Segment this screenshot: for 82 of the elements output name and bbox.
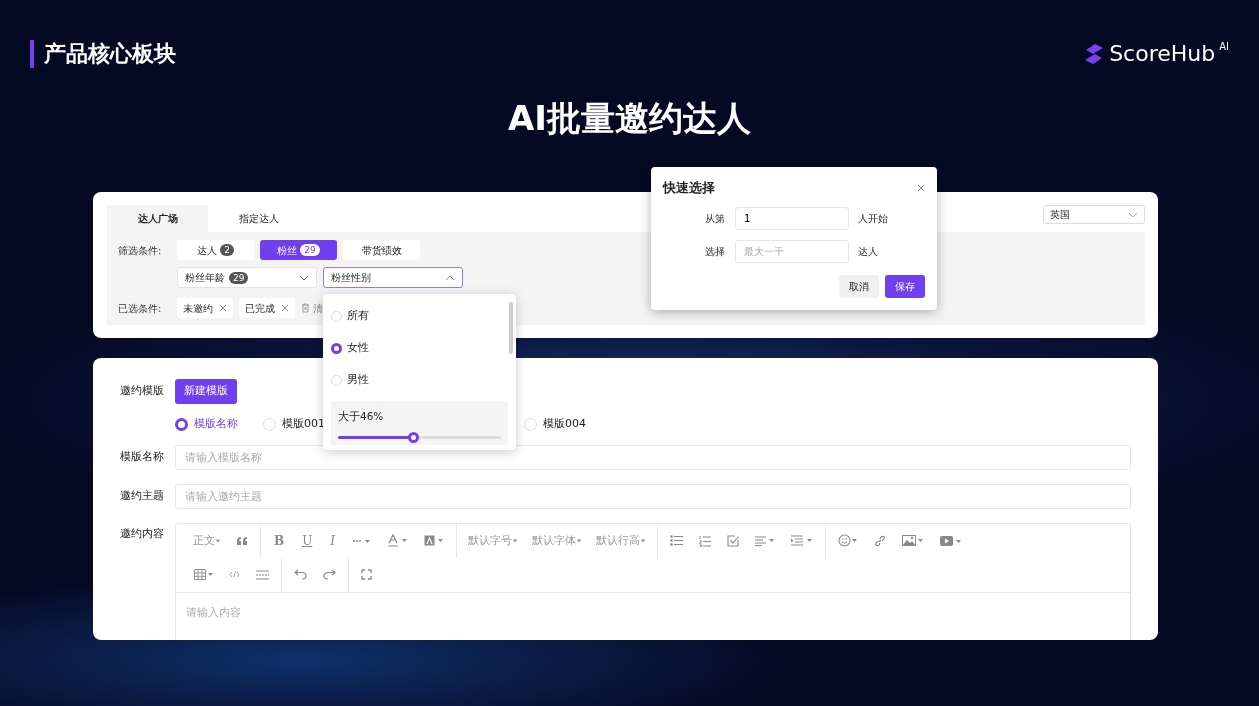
undo-icon[interactable] [294,569,307,580]
headline: AI批量邀约达人 [507,98,752,138]
field-suffix: 达人 [858,244,878,259]
select-label: 粉丝性别 [331,271,371,285]
field-label: 邀约模版 [120,383,165,400]
dropdown-option[interactable]: 女性 [331,332,508,364]
more-icon[interactable] [352,537,373,544]
slider-reading: 大于46% [338,409,385,424]
chevron-icon [299,274,309,281]
filter-tag[interactable]: 已完成 [239,298,295,318]
field-label: 邀约内容 [120,525,165,542]
dialog-button[interactable]: 取消 [839,274,879,298]
highlight-icon[interactable] [424,535,445,546]
field-label: 选择 [704,244,726,259]
close-icon[interactable] [281,304,289,312]
clear-link[interactable]: 清 [313,300,323,316]
filter-chip[interactable]: 粉丝 29 [260,240,337,260]
dropdown-option[interactable]: 所有 [331,300,508,332]
filter-chip[interactable]: 带货绩效 [343,240,420,260]
fullscreen-icon[interactable] [361,569,372,580]
dialog-title: 快速选择 [663,179,715,197]
rich-text-editor[interactable]: 正文 B U I 默认字号 默认字体 默认行高 请输入内容 [175,522,1131,640]
caret-icon [215,538,221,543]
field-suffix: 人开始 [858,211,888,226]
dialog-button[interactable]: 保存 [885,274,925,298]
dropdown-option[interactable]: 男性 [331,364,508,396]
count-badge: 2 [220,244,234,256]
logo-superscript: AI [1219,41,1229,53]
indent-icon[interactable] [791,535,814,546]
scrollbar[interactable] [509,302,513,354]
editor-placeholder: 请输入内容 [176,591,1130,633]
chevron-icon [1128,211,1138,218]
link-icon[interactable] [874,534,887,547]
country-select[interactable]: 英国 [1043,205,1145,224]
redo-icon[interactable] [323,569,336,580]
checkbox-icon[interactable] [727,534,740,547]
field-label: 从第 [704,211,726,226]
quote-icon[interactable] [236,535,248,546]
close-icon[interactable] [917,184,925,193]
template-radio[interactable]: 模版名称 [175,416,263,433]
filter-label: 筛选条件: [118,243,163,258]
field-label: 模版名称 [120,448,165,465]
caret-icon [576,538,583,543]
text-input[interactable]: 请输入模版名称 [175,444,1131,470]
bullet-list-icon[interactable] [670,535,684,546]
filter-select[interactable]: 粉丝性别 [323,267,463,288]
tab[interactable]: 指定达人 [208,205,309,232]
tab[interactable]: 达人广场 [107,205,208,232]
radio-button[interactable] [175,417,188,431]
select-label: 粉丝年龄 [185,271,225,285]
slider-thumb[interactable] [407,431,419,443]
emoji-icon[interactable] [838,534,859,547]
template-radio[interactable]: 模版004 [524,416,612,433]
caret-icon [640,538,647,543]
video-icon[interactable] [940,535,963,546]
format-button[interactable]: I [321,531,345,550]
chosen-label: 已选条件: [118,301,163,316]
text-input[interactable]: 请输入邀约主题 [175,483,1131,509]
field-label: 邀约主题 [120,487,165,504]
trash-icon [301,303,310,313]
code-icon[interactable] [229,571,240,578]
radio-button[interactable] [331,342,342,354]
filter-tag[interactable]: 未邀约 [177,298,233,318]
text-input[interactable]: 1 [735,206,849,230]
filter-select[interactable]: 粉丝年龄 29 [177,267,317,288]
new-template-button[interactable]: 新建模版 [175,379,237,404]
caret-icon [512,538,519,543]
numbered-list-icon[interactable] [699,534,712,547]
format-button[interactable]: B [265,531,294,550]
logo-text: ScoreHub [1109,41,1216,67]
chevron-icon [445,274,455,281]
align-icon[interactable] [755,535,776,546]
format-button[interactable]: U [293,531,322,550]
filter-chip[interactable]: 达人 2 [177,240,254,260]
count-badge: 29 [229,271,249,284]
font-color-icon[interactable] [388,534,409,547]
count-badge: 29 [300,244,320,256]
select-value: 英国 [1050,208,1070,222]
section-title: 产品核心板块 [30,40,176,68]
table-icon[interactable] [194,569,213,580]
close-icon[interactable] [219,304,227,312]
image-icon[interactable] [902,535,925,546]
